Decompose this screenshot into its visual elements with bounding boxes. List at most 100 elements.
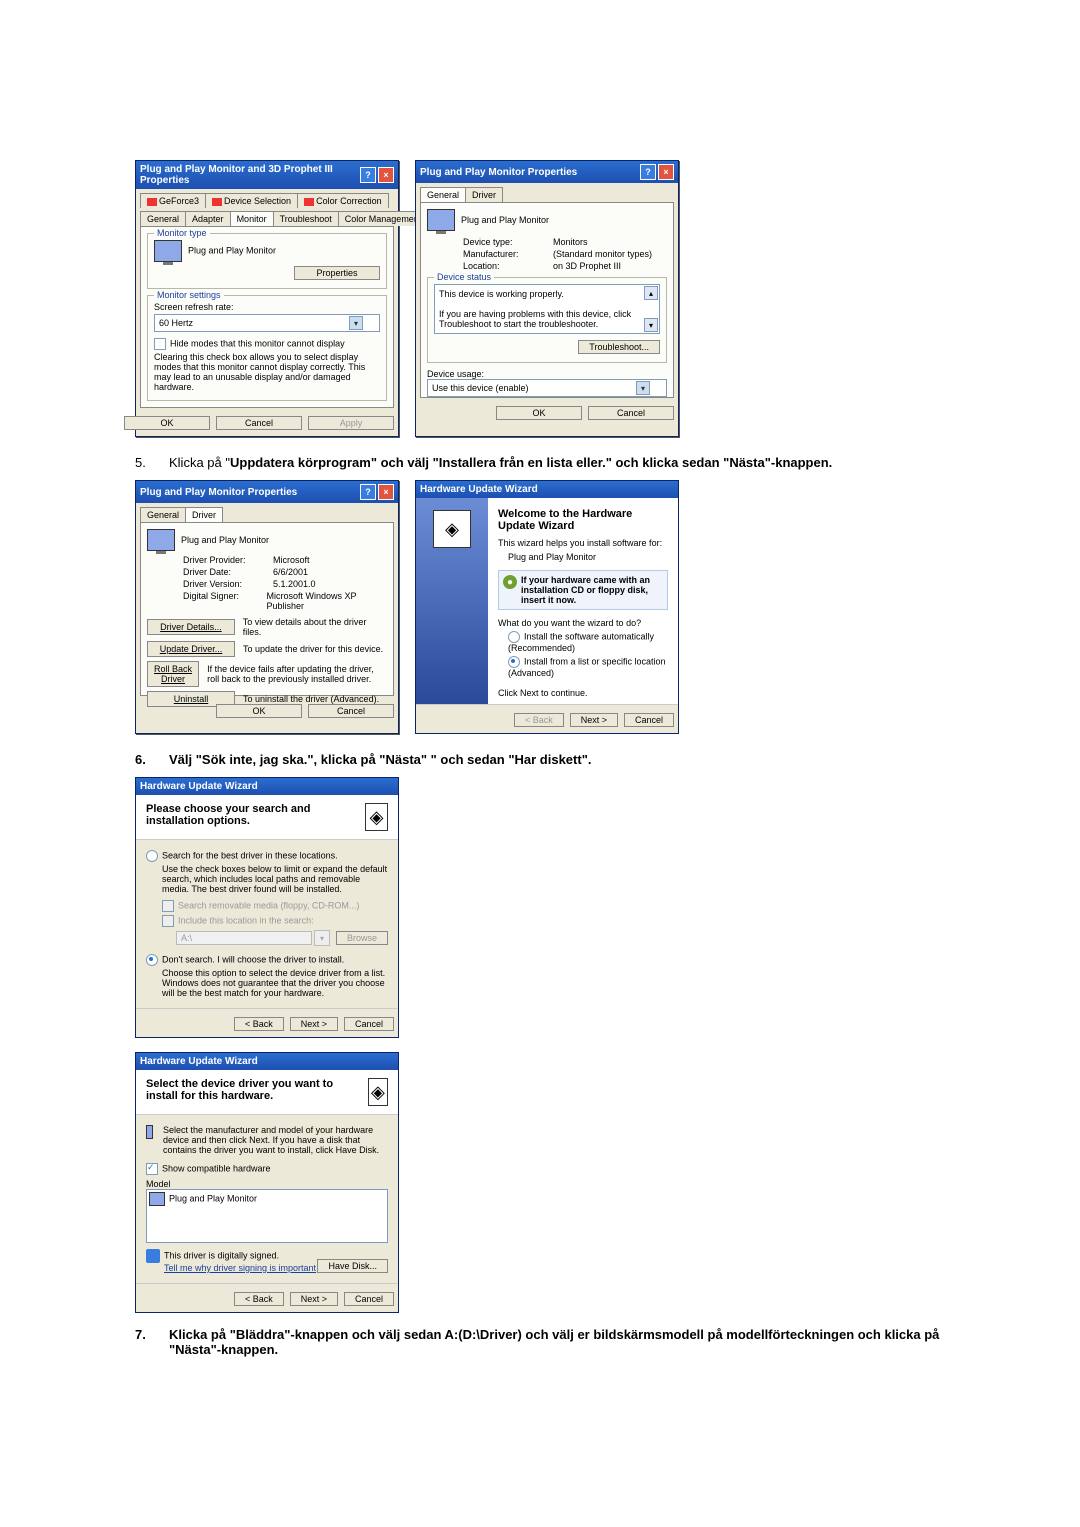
title-text: Plug and Play Monitor and 3D Prophet III… xyxy=(140,164,360,186)
step-5: 5. Klicka på "Uppdatera körprogram" och … xyxy=(135,455,945,470)
have-disk-button[interactable]: Have Disk... xyxy=(317,1259,388,1273)
step-number: 7. xyxy=(135,1327,169,1357)
ok-button[interactable]: OK xyxy=(216,704,302,718)
hardware-update-wizard-select: Hardware Update Wizard Select the device… xyxy=(135,1052,399,1313)
location-label: Location: xyxy=(463,261,553,271)
refresh-rate-select[interactable]: 60 Hertz▾ xyxy=(154,314,380,332)
tab-monitor[interactable]: Monitor xyxy=(230,211,274,226)
monitor-icon xyxy=(427,209,455,231)
cancel-button[interactable]: Cancel xyxy=(216,416,302,430)
scroll-down-icon[interactable]: ▾ xyxy=(644,318,658,332)
title-text: Hardware Update Wizard xyxy=(420,484,538,495)
version-label: Driver Version: xyxy=(183,579,273,589)
titlebar: Hardware Update Wizard xyxy=(416,481,678,498)
hardware-update-wizard-welcome: Hardware Update Wizard ◈ Welcome to the … xyxy=(415,480,679,734)
group-device-status: Device status xyxy=(434,272,494,282)
tell-me-link[interactable]: Tell me why driver signing is important xyxy=(164,1263,316,1273)
properties-button[interactable]: Properties xyxy=(294,266,380,280)
ok-button[interactable]: OK xyxy=(124,416,210,430)
driver-details-button[interactable]: Driver Details... xyxy=(147,619,235,635)
help-icon[interactable]: ? xyxy=(640,164,656,180)
step-7-text: Klicka på "Bläddra"-knappen och välj sed… xyxy=(169,1327,945,1357)
title-text: Hardware Update Wizard xyxy=(140,1056,258,1067)
titlebar: Hardware Update Wizard xyxy=(136,778,398,795)
next-button[interactable]: Next > xyxy=(290,1017,338,1031)
group-monitor-settings: Monitor settings xyxy=(154,290,224,300)
opt-dont-search-desc: Choose this option to select the device … xyxy=(162,968,388,998)
tab-general[interactable]: General xyxy=(420,187,466,202)
device-usage-select[interactable]: Use this device (enable)▾ xyxy=(427,379,667,397)
wizard-header: Please choose your search and installati… xyxy=(146,803,365,827)
tab-adapter[interactable]: Adapter xyxy=(185,211,231,226)
title-text: Plug and Play Monitor Properties xyxy=(140,487,297,498)
cancel-button[interactable]: Cancel xyxy=(344,1017,394,1031)
monitor-icon xyxy=(149,1192,165,1206)
hide-modes-label: Hide modes that this monitor cannot disp… xyxy=(170,338,345,348)
signed-text: This driver is digitally signed. xyxy=(164,1250,279,1260)
update-driver-desc: To update the driver for this device. xyxy=(243,644,383,654)
manufacturer-label: Manufacturer: xyxy=(463,249,553,259)
wizard-instructions: Select the manufacturer and model of you… xyxy=(163,1125,388,1155)
tab-device-selection[interactable]: Device Selection xyxy=(205,193,298,208)
device-status-text: This device is working properly.If you a… xyxy=(434,284,660,334)
help-icon[interactable]: ? xyxy=(360,167,376,183)
tab-driver[interactable]: Driver xyxy=(185,507,223,522)
model-label: Model xyxy=(146,1179,388,1189)
step-7: 7. Klicka på "Bläddra"-knappen och välj … xyxy=(135,1327,945,1357)
chk-removable xyxy=(162,900,174,912)
list-item: Plug and Play Monitor xyxy=(149,1192,385,1206)
ok-button[interactable]: OK xyxy=(496,406,582,420)
driver-details-desc: To view details about the driver files. xyxy=(243,617,387,637)
tab-general[interactable]: General xyxy=(140,211,186,226)
titlebar: Hardware Update Wizard xyxy=(136,1053,398,1070)
apply-button[interactable]: Apply xyxy=(308,416,394,430)
step-number: 5. xyxy=(135,455,169,470)
tab-color-correction[interactable]: Color Correction xyxy=(297,193,389,208)
cancel-button[interactable]: Cancel xyxy=(588,406,674,420)
tab-general[interactable]: General xyxy=(140,507,186,522)
cancel-button[interactable]: Cancel xyxy=(624,713,674,727)
troubleshoot-button[interactable]: Troubleshoot... xyxy=(578,340,660,354)
cancel-button[interactable]: Cancel xyxy=(308,704,394,718)
wizard-continue: Click Next to continue. xyxy=(498,688,668,698)
radio-search[interactable] xyxy=(146,850,158,862)
wizard-helps-text: This wizard helps you install software f… xyxy=(498,538,668,548)
scroll-up-icon[interactable]: ▴ xyxy=(644,286,658,300)
date-value: 6/6/2001 xyxy=(273,567,308,577)
radio-auto[interactable] xyxy=(508,631,520,643)
back-button[interactable]: < Back xyxy=(514,713,564,727)
radio-list[interactable] xyxy=(508,656,520,668)
close-icon[interactable]: × xyxy=(378,167,394,183)
cancel-button[interactable]: Cancel xyxy=(344,1292,394,1306)
next-button[interactable]: Next > xyxy=(290,1292,338,1306)
next-button[interactable]: Next > xyxy=(570,713,618,727)
show-compatible-checkbox[interactable]: ✓ xyxy=(146,1163,158,1175)
tab-driver[interactable]: Driver xyxy=(465,187,503,202)
chk-location xyxy=(162,915,174,927)
close-icon[interactable]: × xyxy=(378,484,394,500)
opt-search-desc: Use the check boxes below to limit or ex… xyxy=(162,864,388,894)
manufacturer-value: (Standard monitor types) xyxy=(553,249,652,259)
location-value: on 3D Prophet III xyxy=(553,261,621,271)
monitor-icon xyxy=(147,529,175,551)
wizard-icon: ◈ xyxy=(365,803,388,831)
radio-dont-search[interactable] xyxy=(146,954,158,966)
tab-geforce3[interactable]: GeForce3 xyxy=(140,193,206,208)
rollback-driver-button[interactable]: Roll Back Driver xyxy=(147,661,199,687)
signer-label: Digital Signer: xyxy=(183,591,267,611)
hide-modes-checkbox[interactable] xyxy=(154,338,166,350)
path-input: A:\ xyxy=(176,931,312,945)
back-button[interactable]: < Back xyxy=(234,1017,284,1031)
monitor-name: Plug and Play Monitor xyxy=(188,245,276,255)
help-icon[interactable]: ? xyxy=(360,484,376,500)
device-type-label: Device type: xyxy=(463,237,553,247)
back-button[interactable]: < Back xyxy=(234,1292,284,1306)
monitor-icon xyxy=(146,1125,153,1139)
model-listbox[interactable]: Plug and Play Monitor xyxy=(146,1189,388,1243)
wizard-question: What do you want the wizard to do? xyxy=(498,618,668,628)
update-driver-button[interactable]: Update Driver... xyxy=(147,641,235,657)
signed-icon xyxy=(146,1249,160,1263)
wizard-header: Select the device driver you want to ins… xyxy=(146,1078,368,1102)
close-icon[interactable]: × xyxy=(658,164,674,180)
tab-troubleshoot[interactable]: Troubleshoot xyxy=(273,211,339,226)
